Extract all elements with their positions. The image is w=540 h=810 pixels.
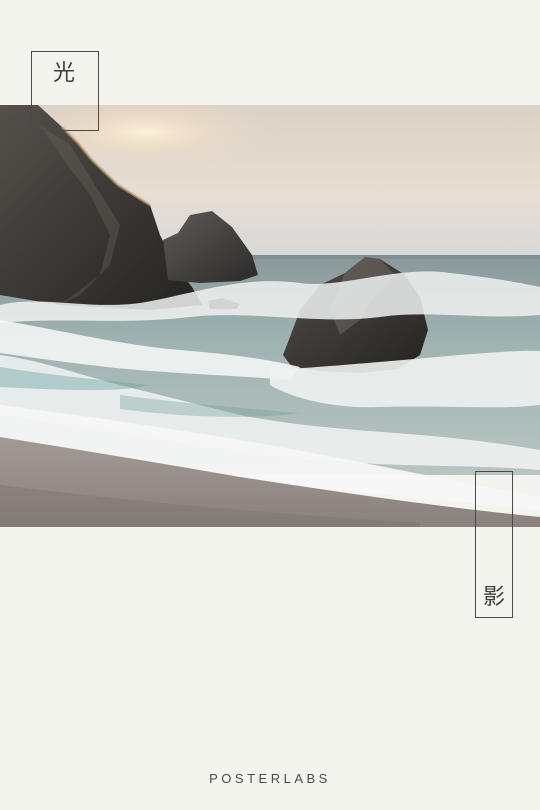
- top-character: 光: [53, 61, 76, 86]
- brand-label: POSTERLABS: [209, 771, 331, 786]
- seascape-photo: [0, 105, 540, 527]
- bottom-character: 影: [483, 585, 506, 610]
- seascape-illustration: [0, 105, 540, 527]
